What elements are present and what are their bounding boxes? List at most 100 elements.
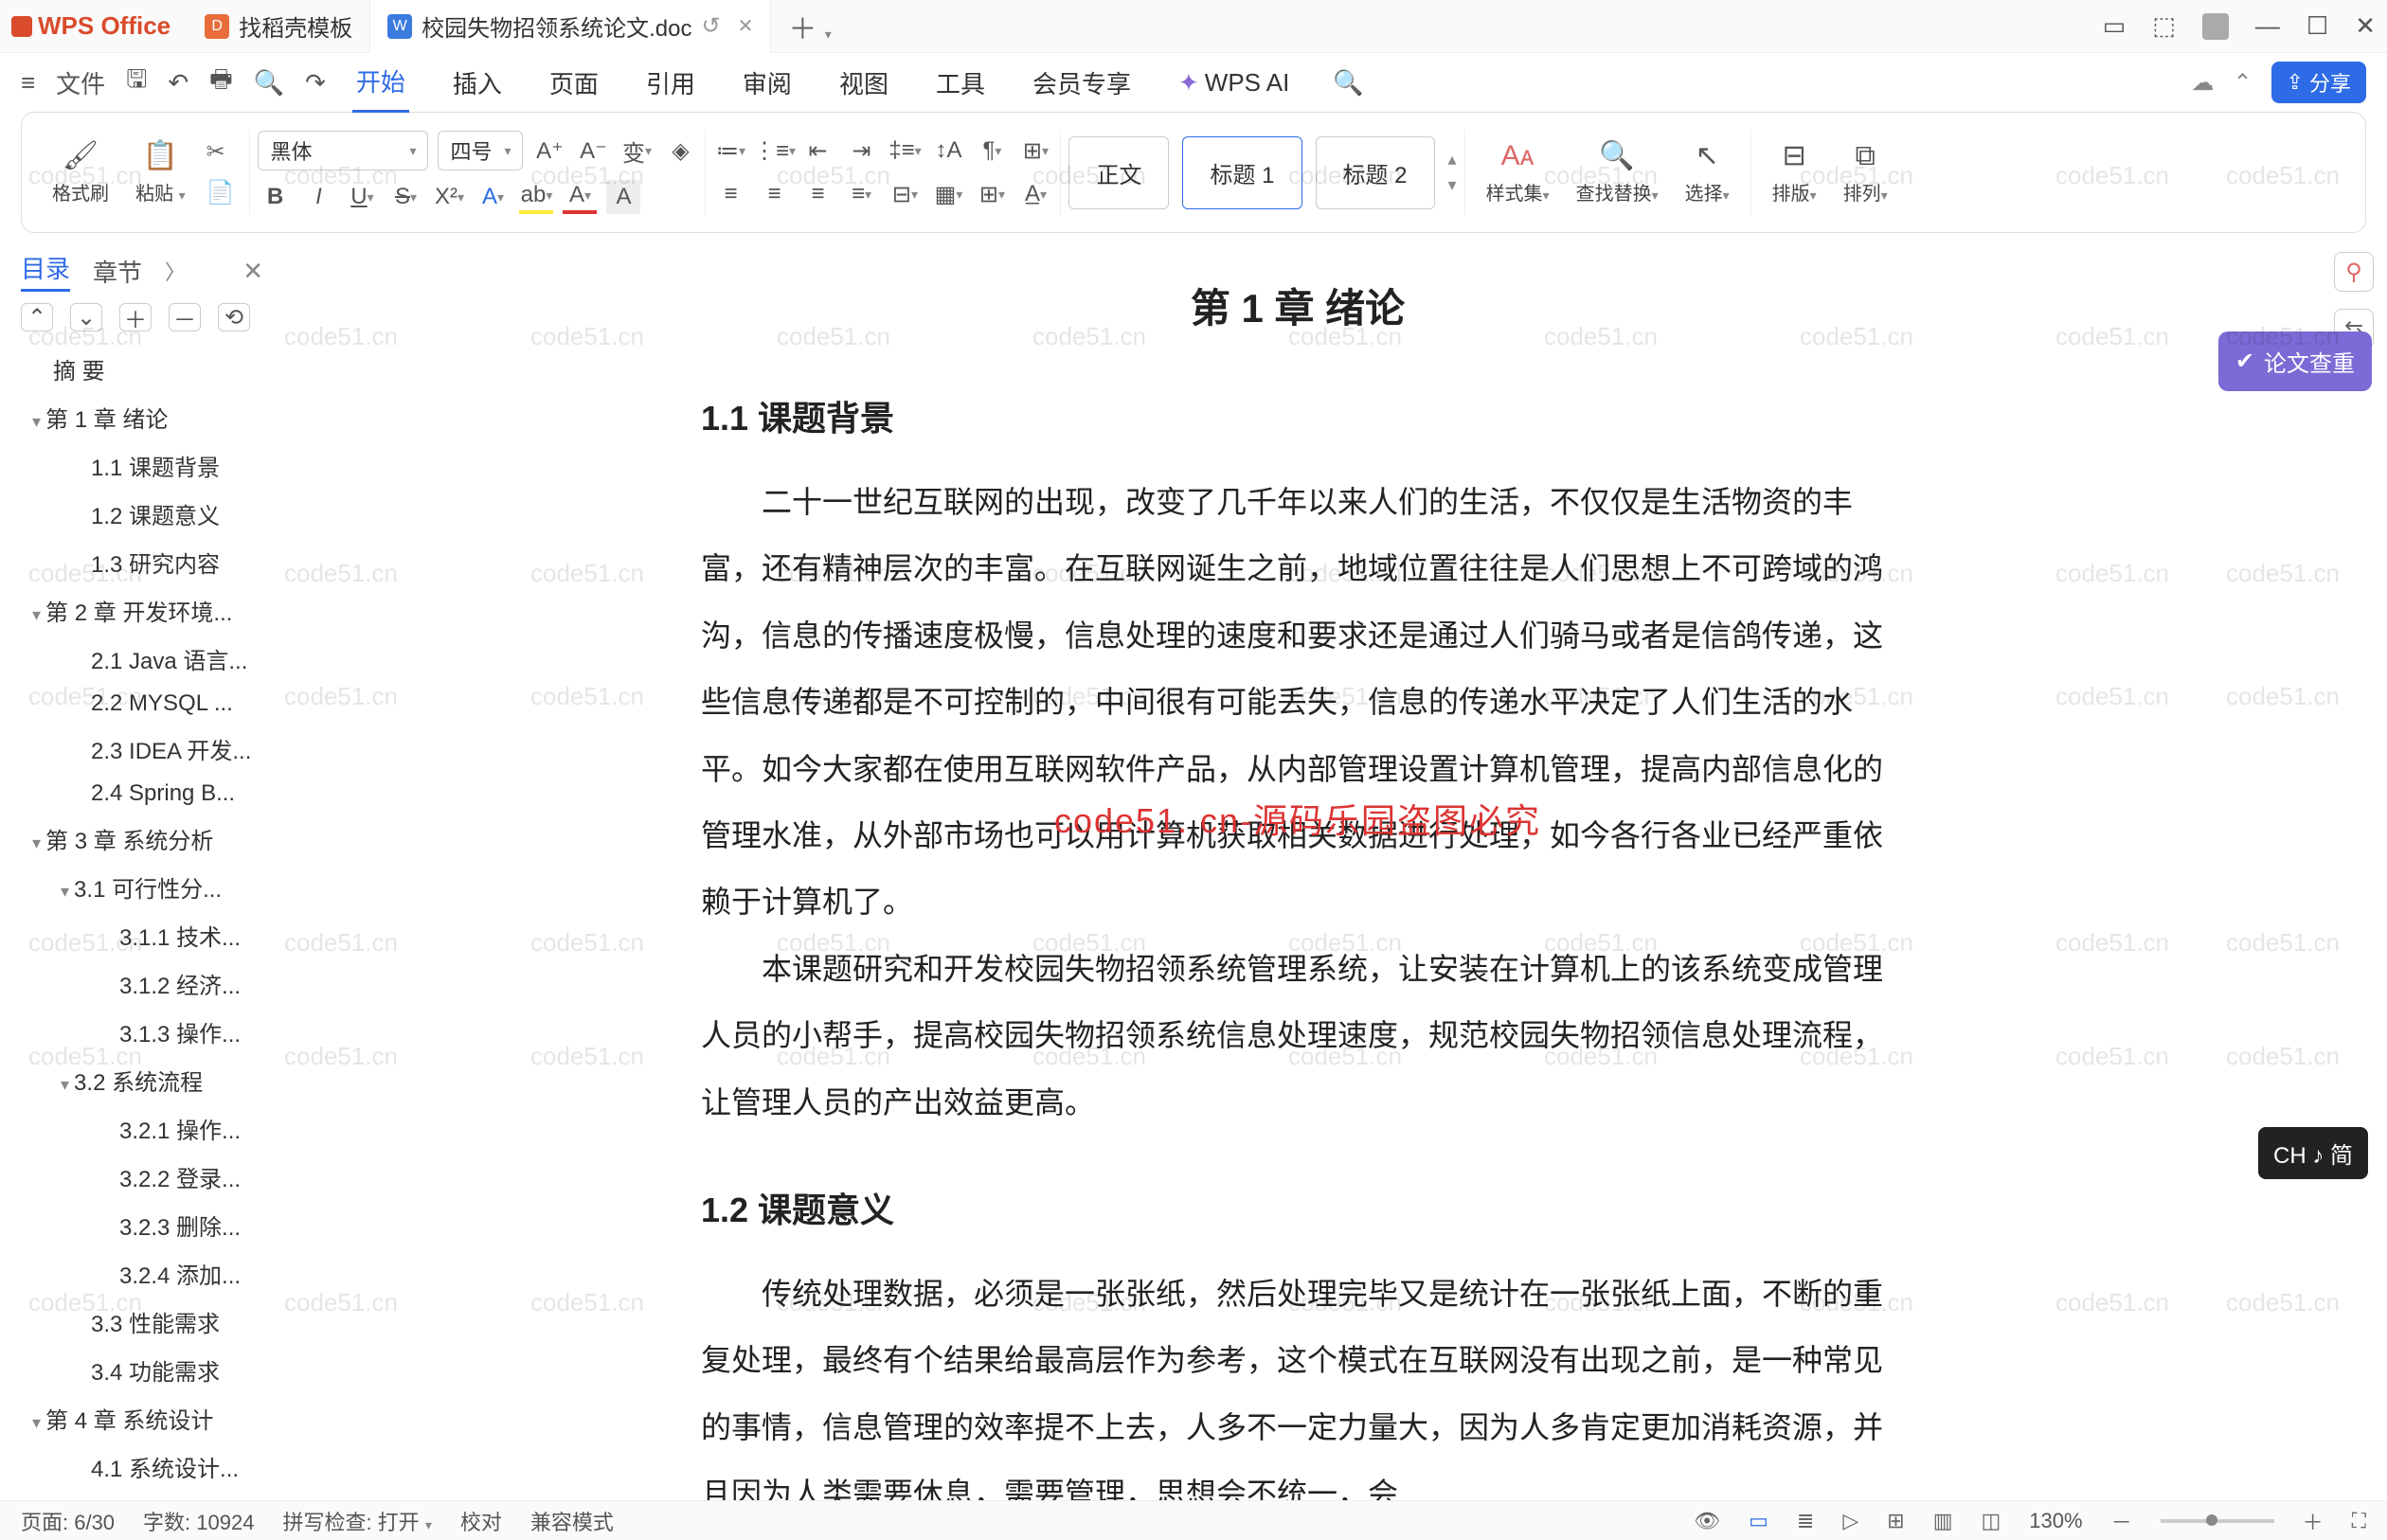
close-tab-icon[interactable]: ✕ (738, 14, 754, 38)
collapse-ribbon-icon[interactable]: ⌃ (2233, 69, 2252, 97)
status-compat[interactable]: 兼容模式 (530, 1506, 614, 1536)
tab-member[interactable]: 会员专享 (1029, 54, 1135, 112)
justify-icon[interactable]: ≡▾ (844, 177, 878, 211)
view-web-icon[interactable]: ▥ (1933, 1509, 1953, 1533)
zoom-value[interactable]: 130% (2029, 1509, 2082, 1533)
close-window-icon[interactable]: ✕ (2355, 11, 2376, 41)
shading-icon[interactable]: ▦▾ (931, 177, 965, 211)
zoom-in-icon[interactable]: ＋ (2303, 1506, 2324, 1536)
text-tool-icon[interactable]: A̲▾ (1018, 177, 1052, 211)
style-heading2[interactable]: 标题 2 (1316, 136, 1435, 209)
align-center-icon[interactable]: ≡ (757, 177, 791, 211)
view-read-icon[interactable]: 👁 (1694, 1509, 1720, 1533)
clear-format-icon[interactable]: ◈ (663, 134, 697, 168)
font-family-select[interactable]: 黑体▾ (258, 131, 428, 170)
view-outline-icon[interactable]: ≣ (1797, 1509, 1814, 1533)
fit-icon[interactable]: ⛶ (2352, 1509, 2366, 1533)
show-marks-icon[interactable]: ¶▾ (975, 134, 1009, 168)
paste-button[interactable]: 📋粘贴 ▾ (122, 139, 199, 206)
outline-remove-icon[interactable]: － (169, 303, 201, 331)
outline-link-icon[interactable]: ⟲ (218, 303, 250, 331)
print-icon[interactable]: 🖶 (209, 62, 233, 103)
bookmark-icon[interactable]: ⚲ (2334, 252, 2374, 292)
view-grid-icon[interactable]: ⊞ (1887, 1509, 1904, 1533)
tab-home[interactable]: 开始 (352, 52, 409, 113)
layout-button[interactable]: ⊟排版▾ (1759, 139, 1830, 206)
arrange-button[interactable]: ⧉排列▾ (1830, 140, 1901, 206)
tab-review[interactable]: 审阅 (739, 54, 796, 112)
cube-icon[interactable]: ⬚ (2152, 11, 2176, 41)
sidebar-close-icon[interactable]: ✕ (242, 257, 263, 286)
outline-item[interactable]: 3.2.1 操作... (21, 1104, 263, 1153)
outline-expand-icon[interactable]: ⌄ (70, 303, 102, 331)
font-size-select[interactable]: 四号▾ (438, 131, 523, 170)
outline-item[interactable]: 2.2 MYSQL ... (21, 683, 263, 725)
outline-item[interactable]: 第 1 章 绪论 (21, 393, 263, 441)
border-icon[interactable]: ⊞▾ (975, 177, 1009, 211)
file-menu[interactable]: 文件 (56, 65, 105, 100)
outline-item[interactable]: 2.4 Spring B... (21, 773, 263, 815)
char-shading-icon[interactable]: A (606, 180, 640, 214)
tab-templates[interactable]: D找稻壳模板 (188, 0, 370, 53)
bullets-icon[interactable]: ≔▾ (713, 134, 747, 168)
outline-item[interactable]: 3.1.2 经济... (21, 959, 263, 1008)
outline-item[interactable]: 3.3 性能需求 (21, 1298, 263, 1346)
text-effect-icon[interactable]: A▾ (476, 180, 510, 214)
redo-icon[interactable]: ↷ (305, 68, 326, 98)
outline-item[interactable]: 3.2 系统流程 (21, 1056, 263, 1104)
select-button[interactable]: ↖选择▾ (1672, 139, 1743, 206)
view-page-icon[interactable]: ▭ (1749, 1509, 1768, 1533)
outline-item[interactable]: 第 2 章 开发环境... (21, 586, 263, 635)
outline-item[interactable]: 摘 要 (21, 345, 263, 393)
tab-page[interactable]: 页面 (546, 54, 602, 112)
outline-item[interactable]: 1.2 课题意义 (21, 490, 263, 538)
tab-insert[interactable]: 插入 (449, 54, 506, 112)
share-button[interactable]: ⇪分享 (2271, 62, 2366, 103)
align-right-icon[interactable]: ≡ (800, 177, 835, 211)
sidebar-tab-toc[interactable]: 目录 (21, 250, 70, 292)
preview-icon[interactable]: 🔍 (254, 68, 284, 98)
increase-font-icon[interactable]: A⁺ (532, 134, 566, 168)
outline-item[interactable]: 3.2.2 登录... (21, 1153, 263, 1201)
maximize-icon[interactable]: ☐ (2306, 11, 2328, 41)
view-split-icon[interactable]: ◫ (1981, 1509, 2001, 1533)
outline-item[interactable]: 1.3 研究内容 (21, 538, 263, 586)
status-words[interactable]: 字数: 10924 (143, 1506, 254, 1536)
highlight-icon[interactable]: ab▾ (519, 180, 553, 214)
tab-view[interactable]: 视图 (835, 54, 892, 112)
save-icon[interactable]: 🖫 (126, 62, 147, 103)
style-heading1[interactable]: 标题 1 (1182, 136, 1301, 209)
outline-add-icon[interactable]: ＋ (119, 303, 152, 331)
font-color-icon[interactable]: A▾ (563, 180, 597, 214)
outline-item[interactable]: 3.1.3 操作... (21, 1008, 263, 1056)
search-icon[interactable]: 🔍 (1333, 68, 1363, 98)
status-proofread[interactable]: 校对 (460, 1506, 502, 1536)
style-body[interactable]: 正文 (1068, 136, 1169, 209)
tab-settings-icon[interactable]: ⊞▾ (1018, 134, 1052, 168)
status-page[interactable]: 页面: 6/30 (21, 1506, 115, 1536)
italic-icon[interactable]: I (301, 180, 335, 214)
outline-item[interactable]: 4.2 功能结构... (21, 1491, 263, 1500)
bold-icon[interactable]: B (258, 180, 292, 214)
outline-item[interactable]: 2.3 IDEA 开发... (21, 725, 263, 773)
outline-item[interactable]: 第 4 章 系统设计 (21, 1394, 263, 1442)
style-prev-icon[interactable]: ▴ (1448, 150, 1457, 170)
tab-tools[interactable]: 工具 (932, 54, 989, 112)
format-brush-button[interactable]: 🖌格式刷 (39, 139, 122, 206)
decrease-font-icon[interactable]: A⁻ (576, 134, 610, 168)
avatar-icon[interactable] (2202, 13, 2229, 40)
sidebar-tab-chapters[interactable]: 章节 (93, 254, 142, 289)
tab-wps-ai[interactable]: ✦WPS AI (1175, 57, 1293, 109)
strike-icon[interactable]: S▾ (388, 180, 422, 214)
style-set-button[interactable]: Аᴀ样式集▾ (1473, 140, 1563, 206)
history-icon[interactable]: ↺ (702, 12, 721, 40)
align-left-icon[interactable]: ≡ (713, 177, 747, 211)
view-play-icon[interactable]: ▷ (1842, 1509, 1858, 1533)
outline-item[interactable]: 4.1 系统设计... (21, 1442, 263, 1491)
find-replace-button[interactable]: 🔍查找替换▾ (1563, 139, 1672, 206)
zoom-out-icon[interactable]: － (2111, 1506, 2132, 1536)
cloud-icon[interactable]: ☁ (2191, 69, 2214, 97)
line-spacing-icon[interactable]: ‡≡▾ (888, 134, 922, 168)
outline-item[interactable]: 3.2.3 删除... (21, 1201, 263, 1249)
menu-icon[interactable]: ≡ (21, 68, 35, 98)
